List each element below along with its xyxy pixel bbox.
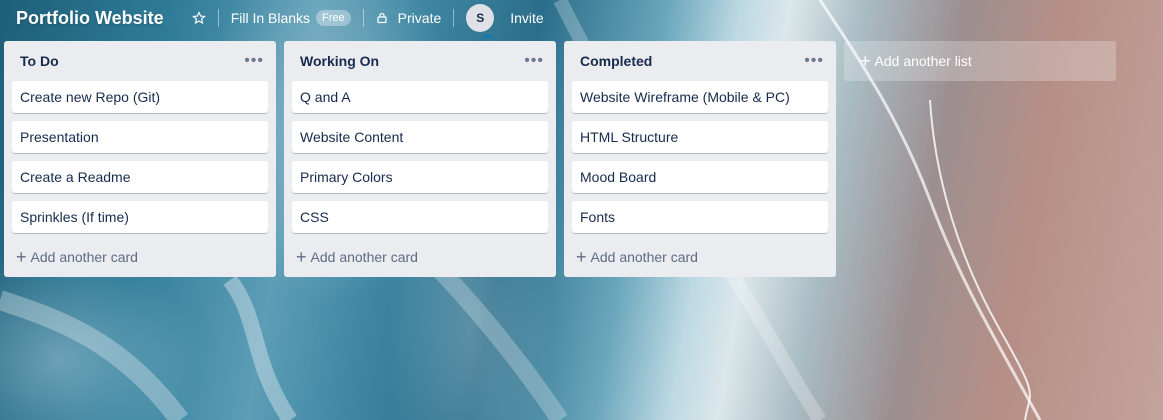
card[interactable]: Website Content [292,121,548,153]
add-card-button[interactable]: + Add another card [288,241,552,273]
chevron-up-icon: ︽ [483,30,493,40]
card[interactable]: Presentation [12,121,268,153]
add-card-label: Add another card [590,249,698,265]
avatar: S ︽ [466,4,495,40]
list-menu-icon[interactable]: ••• [800,52,828,70]
star-button[interactable] [186,4,212,32]
plus-icon: + [576,247,587,267]
list-to-do: To Do ••• Create new Repo (Git) Presenta… [4,41,276,277]
team-button[interactable]: Fill In Blanks Free [225,4,357,32]
invite-button[interactable]: Invite [504,4,549,32]
card[interactable]: Website Wireframe (Mobile & PC) [572,81,828,113]
divider [217,9,219,27]
add-card-button[interactable]: + Add another card [568,241,832,273]
divider [362,9,364,27]
invite-label: Invite [510,10,544,26]
star-icon [191,11,206,25]
list-menu-icon[interactable]: ••• [240,52,268,70]
list-working-on: Working On ••• Q and A Website Content P… [284,41,556,277]
avatar-initial: S [476,11,485,25]
add-card-label: Add another card [30,249,138,265]
add-list-label: Add another list [874,53,972,69]
list-title[interactable]: Completed [580,53,652,69]
lock-icon [377,12,387,24]
list-title[interactable]: Working On [300,53,379,69]
card[interactable]: Sprinkles (If time) [12,201,268,233]
team-label: Fill In Blanks [230,10,311,26]
card[interactable]: Fonts [572,201,828,233]
list-header: To Do ••• [4,41,276,81]
add-list-button[interactable]: + Add another list [844,41,1116,81]
board-canvas: To Do ••• Create new Repo (Git) Presenta… [4,41,1116,277]
card[interactable]: Primary Colors [292,161,548,193]
card[interactable]: CSS [292,201,548,233]
card[interactable]: Create a Readme [12,161,268,193]
plus-icon: + [860,51,871,71]
list-title[interactable]: To Do [20,53,59,69]
divider [453,9,455,27]
list-completed: Completed ••• Website Wireframe (Mobile … [564,41,836,277]
plan-badge: Free [316,10,351,26]
list-header: Working On ••• [284,41,556,81]
list-header: Completed ••• [564,41,836,81]
card[interactable]: HTML Structure [572,121,828,153]
add-card-label: Add another card [310,249,418,265]
member-avatar-button[interactable]: S ︽ [460,4,500,40]
plus-icon: + [296,247,307,267]
plus-icon: + [16,247,27,267]
board-header: Portfolio Website Fill In Blanks Free Pr… [0,0,1163,40]
card[interactable]: Create new Repo (Git) [12,81,268,113]
card[interactable]: Q and A [292,81,548,113]
visibility-button[interactable]: Private [370,4,448,32]
board-title[interactable]: Portfolio Website [16,8,164,29]
card[interactable]: Mood Board [572,161,828,193]
list-menu-icon[interactable]: ••• [520,52,548,70]
visibility-label: Private [397,10,442,26]
add-card-button[interactable]: + Add another card [8,241,272,273]
